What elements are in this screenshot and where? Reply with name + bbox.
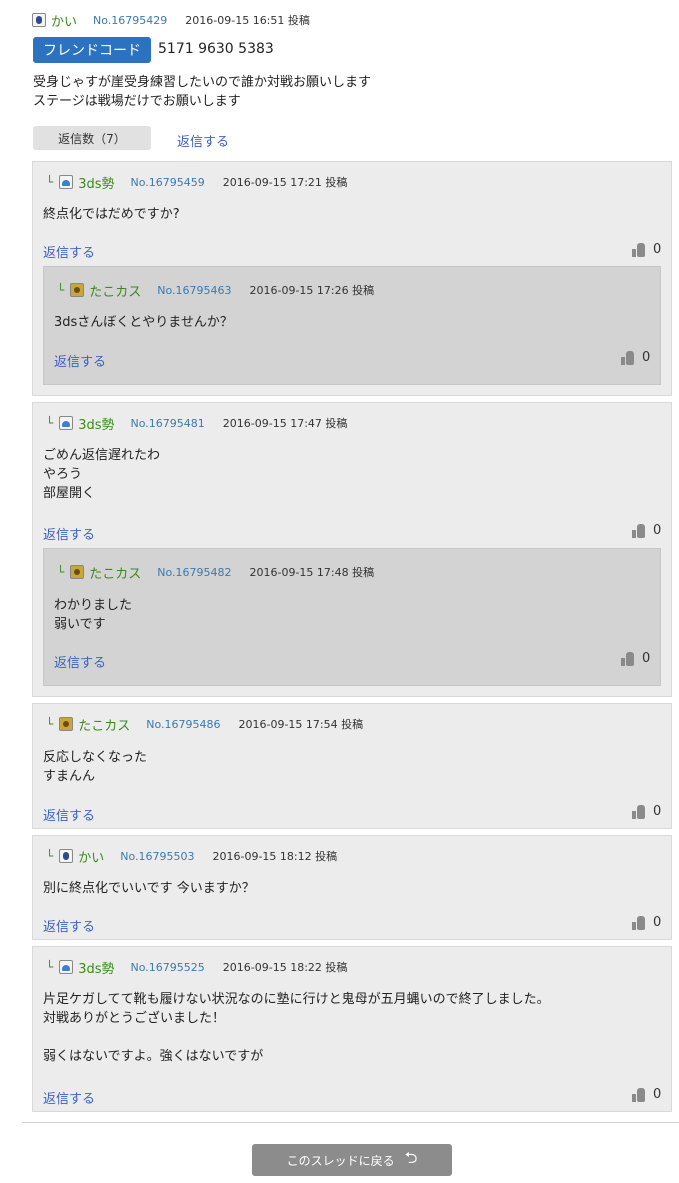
- reply-link[interactable]: 返信する: [43, 1088, 95, 1107]
- reply-post-number[interactable]: No.16795525: [131, 961, 205, 974]
- op-header: かい No.16795429 2016-09-15 16:51 投稿: [32, 10, 310, 30]
- user-avatar-icon: [70, 283, 85, 297]
- like-count: 0: [653, 523, 662, 538]
- user-avatar-icon: [70, 565, 85, 579]
- reply-body: ごめん返信遅れたわ やろう 部屋開く: [43, 448, 161, 501]
- reply-post-date: 2016-09-15 17:48 投稿: [249, 566, 375, 579]
- user-avatar-icon: [59, 175, 74, 189]
- friend-code-value: 5171 9630 5383: [158, 41, 274, 57]
- tree-connector-icon: └: [46, 717, 54, 731]
- divider: [22, 1122, 679, 1123]
- thumbs-up-icon: [632, 804, 645, 819]
- tree-connector-icon: └: [57, 565, 65, 579]
- reply-post-number[interactable]: No.16795503: [120, 850, 194, 863]
- user-avatar-icon: [59, 849, 74, 863]
- tree-connector-icon: └: [46, 416, 54, 430]
- thumbs-up-icon: [632, 242, 645, 257]
- reply-post-number[interactable]: No.16795486: [146, 718, 220, 731]
- like-button[interactable]: 0: [621, 350, 650, 365]
- like-button[interactable]: 0: [632, 915, 661, 930]
- tree-connector-icon: └: [46, 175, 54, 189]
- reply-link[interactable]: 返信する: [43, 242, 95, 261]
- thumbs-up-icon: [621, 651, 634, 666]
- friend-code-badge: フレンドコード: [33, 37, 151, 63]
- user-avatar-icon: [32, 13, 46, 27]
- reply-body: 別に終点化でいいです 今いますか？: [43, 881, 255, 896]
- tree-connector-icon: └: [57, 283, 65, 297]
- reply-user-name[interactable]: たこカス: [78, 715, 130, 734]
- reply-post-date: 2016-09-15 17:54 投稿: [238, 718, 364, 731]
- thumbs-up-icon: [621, 350, 634, 365]
- reply-user-name[interactable]: 3ds勢: [78, 173, 114, 192]
- reply-header: └ 3ds勢 No.16795459 2016-09-15 17:21 投稿: [46, 172, 347, 192]
- like-count: 0: [653, 1087, 662, 1102]
- reply-link[interactable]: 返信する: [43, 805, 95, 824]
- reply-header: └ 3ds勢 No.16795481 2016-09-15 17:47 投稿: [46, 413, 347, 433]
- reply-user-name[interactable]: かい: [78, 847, 104, 866]
- back-button-label: このスレッドに戻る: [286, 1153, 395, 1168]
- like-count: 0: [642, 651, 651, 666]
- op-user-name[interactable]: かい: [51, 11, 77, 30]
- reply-body: わかりました 弱いです: [54, 598, 133, 632]
- op-post-date: 2016-09-15 16:51 投稿: [185, 14, 310, 27]
- like-button[interactable]: 0: [632, 242, 661, 257]
- op-post-number[interactable]: No.16795429: [93, 14, 167, 27]
- like-button[interactable]: 0: [632, 1087, 661, 1102]
- thumbs-up-icon: [632, 915, 645, 930]
- reply-user-name[interactable]: たこカス: [89, 281, 141, 300]
- reply-header: └ 3ds勢 No.16795525 2016-09-15 18:22 投稿: [46, 957, 347, 977]
- reply-link[interactable]: 返信する: [54, 652, 106, 671]
- like-count: 0: [653, 242, 662, 257]
- thumbs-up-icon: [632, 523, 645, 538]
- nested-reply-header: └ たこカス No.16795463 2016-09-15 17:26 投稿: [57, 280, 374, 300]
- reply-user-name[interactable]: 3ds勢: [78, 414, 114, 433]
- reply-header: └ かい No.16795503 2016-09-15 18:12 投稿: [46, 846, 337, 866]
- like-button[interactable]: 0: [621, 651, 650, 666]
- thumbs-up-icon: [632, 1087, 645, 1102]
- like-button[interactable]: 0: [632, 523, 661, 538]
- reply-post-date: 2016-09-15 17:26 投稿: [249, 284, 375, 297]
- back-to-thread-button[interactable]: このスレッドに戻る ⮌: [252, 1144, 452, 1176]
- reply-body: 終点化ではだめですか?: [43, 207, 180, 222]
- reply-link[interactable]: 返信する: [43, 524, 95, 543]
- reply-link[interactable]: 返信する: [43, 916, 95, 935]
- like-count: 0: [642, 350, 651, 365]
- reply-post-date: 2016-09-15 18:12 投稿: [212, 850, 338, 863]
- nested-reply-header: └ たこカス No.16795482 2016-09-15 17:48 投稿: [57, 562, 374, 582]
- like-button[interactable]: 0: [632, 804, 661, 819]
- reply-post-date: 2016-09-15 18:22 投稿: [222, 961, 348, 974]
- reply-post-number[interactable]: No.16795482: [157, 566, 231, 579]
- user-avatar-icon: [59, 960, 74, 974]
- tree-connector-icon: └: [46, 849, 54, 863]
- user-avatar-icon: [59, 717, 74, 731]
- op-reply-link[interactable]: 返信する: [177, 131, 229, 150]
- reply-post-number[interactable]: No.16795463: [157, 284, 231, 297]
- reply-body: 片足ケガしてて靴も履けない状況なのに塾に行けと鬼母が五月蝿いので終了しました。 …: [43, 992, 550, 1064]
- reply-user-name[interactable]: 3ds勢: [78, 958, 114, 977]
- reply-header: └ たこカス No.16795486 2016-09-15 17:54 投稿: [46, 714, 363, 734]
- reply-body: 反応しなくなった すまんん: [43, 750, 148, 784]
- reply-count-toggle[interactable]: 返信数（7）: [33, 126, 151, 150]
- user-avatar-icon: [59, 416, 74, 430]
- reply-user-name[interactable]: たこカス: [89, 563, 141, 582]
- reply-body: 3dsさんぼくとやりませんか？: [54, 315, 233, 330]
- op-body: 受身じゃすが崖受身練習したいので誰か対戦お願いします ステージは戦場だけでお願い…: [33, 75, 372, 109]
- reply-post-number[interactable]: No.16795481: [131, 417, 205, 430]
- tree-connector-icon: └: [46, 960, 54, 974]
- like-count: 0: [653, 804, 662, 819]
- reply-post-date: 2016-09-15 17:21 投稿: [222, 176, 348, 189]
- reply-post-date: 2016-09-15 17:47 投稿: [222, 417, 348, 430]
- reply-link[interactable]: 返信する: [54, 351, 106, 370]
- return-arrow-icon: ⮌: [404, 1147, 418, 1167]
- like-count: 0: [653, 915, 662, 930]
- reply-post-number[interactable]: No.16795459: [131, 176, 205, 189]
